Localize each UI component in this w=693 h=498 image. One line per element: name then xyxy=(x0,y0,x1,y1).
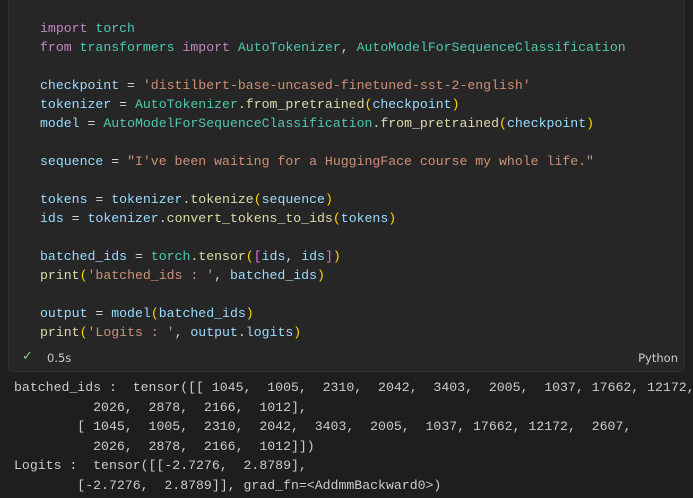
output-line: [-2.7276, 2.8789]], grad_fn=<AddmmBackwa… xyxy=(14,477,442,493)
code-editor[interactable]: import torch from transformers import Aut… xyxy=(40,19,626,342)
code-line: print('Logits : ', output.logits) xyxy=(40,325,302,340)
cell-output: batched_ids : tensor([[ 1045, 1005, 2310… xyxy=(14,378,693,495)
check-icon: ✓ xyxy=(22,349,33,364)
output-line: 2026, 2878, 2166, 1012]]) xyxy=(14,438,315,454)
code-line: print('batched_ids : ', batched_ids) xyxy=(40,268,325,283)
code-line: sequence = "I've been waiting for a Hugg… xyxy=(40,154,594,169)
code-line: tokenizer = AutoTokenizer.from_pretraine… xyxy=(40,97,460,112)
output-line: batched_ids : tensor([[ 1045, 1005, 2310… xyxy=(14,380,693,395)
code-line: tokens = tokenizer.tokenize(sequence) xyxy=(40,192,333,207)
code-line: batched_ids = torch.tensor([ids, ids]) xyxy=(40,249,341,264)
code-line: output = model(batched_ids) xyxy=(40,306,254,321)
output-line: Logits : tensor([[-2.7276, 2.8789], xyxy=(14,458,307,473)
cell-language-picker[interactable]: Python xyxy=(638,351,678,365)
output-line: [ 1045, 1005, 2310, 2042, 3403, 2005, 10… xyxy=(14,419,632,434)
code-line: from transformers import AutoTokenizer, … xyxy=(40,40,626,55)
code-line: checkpoint = 'distilbert-base-uncased-fi… xyxy=(40,78,531,93)
cell-status-bar: ✓ 0.5s Python xyxy=(9,348,684,368)
code-line: import torch xyxy=(40,21,135,36)
code-cell[interactable]: import torch from transformers import Aut… xyxy=(8,0,685,372)
output-line: 2026, 2878, 2166, 1012], xyxy=(14,399,307,415)
code-line: ids = tokenizer.convert_tokens_to_ids(to… xyxy=(40,211,397,226)
code-line: model = AutoModelForSequenceClassificati… xyxy=(40,116,595,131)
execution-time: 0.5s xyxy=(47,351,72,365)
